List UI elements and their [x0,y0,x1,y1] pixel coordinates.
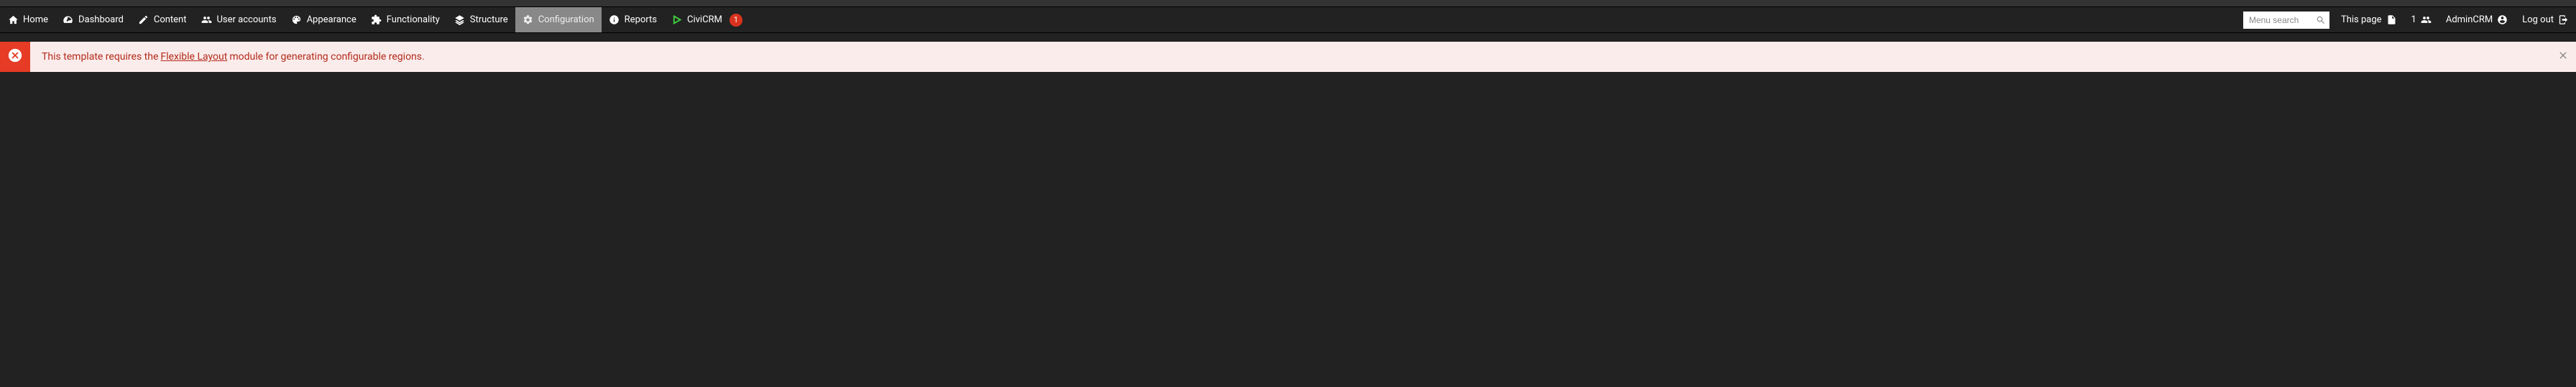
users-online-count: 1 [2411,14,2416,25]
error-text-after: module for generating configurable regio… [229,51,424,63]
menu-search-box [2243,12,2329,29]
user-circle-icon [2497,14,2508,25]
account-button[interactable]: AdminCRM [2439,7,2515,32]
toolbar-gap [0,33,2576,42]
civicrm-icon [671,14,683,26]
toolbar-right: This page 1 AdminCRM Log out [2239,7,2576,32]
palette-icon [291,14,303,26]
users-icon [2421,14,2432,25]
menu-label: Content [154,14,187,25]
admin-toolbar: Home Dashboard Content User accounts App [0,7,2576,33]
error-text-before: This template requires the [42,51,158,63]
menu-item-appearance[interactable]: Appearance [284,7,364,32]
menu-item-dashboard[interactable]: Dashboard [55,7,131,32]
top-stripe [0,0,2576,7]
menu-item-structure[interactable]: Structure [447,7,515,32]
menu-item-reports[interactable]: Reports [602,7,664,32]
this-page-button[interactable]: This page [2334,7,2404,32]
account-label: AdminCRM [2446,14,2493,25]
toolbar-left: Home Dashboard Content User accounts App [0,7,750,32]
menu-item-civicrm[interactable]: CiviCRM 1 [664,7,750,32]
menu-label: Dashboard [78,14,124,25]
puzzle-icon [371,14,382,26]
menu-label: Appearance [307,14,356,25]
error-message-text: This template requires the Flexible Layo… [30,42,436,72]
users-icon [201,14,213,26]
layers-icon [454,14,466,26]
error-icon-box [0,42,30,72]
flexible-layout-link[interactable]: Flexible Layout [160,51,227,63]
error-circle-icon [7,47,23,66]
menu-label: Functionality [387,14,440,25]
gear-icon [523,14,534,26]
info-circle-icon [609,14,620,26]
logout-button[interactable]: Log out [2515,7,2576,32]
menu-item-configuration[interactable]: Configuration [515,7,602,32]
notification-badge: 1 [730,14,742,27]
file-icon [2386,14,2397,25]
menu-item-content[interactable]: Content [131,7,194,32]
menu-item-home[interactable]: Home [0,7,55,32]
menu-label: User accounts [217,14,277,25]
pencil-icon [138,14,150,26]
menu-item-functionality[interactable]: Functionality [364,7,447,32]
error-message-bar: This template requires the Flexible Layo… [0,42,2576,72]
menu-label: Home [23,14,48,25]
menu-search-wrap [2239,7,2334,32]
menu-item-user-accounts[interactable]: User accounts [194,7,284,32]
search-icon[interactable] [2316,15,2326,25]
gauge-icon [63,14,74,26]
users-online-button[interactable]: 1 [2404,7,2439,32]
close-message-button[interactable] [2557,50,2569,64]
menu-label: Structure [470,14,508,25]
logout-label: Log out [2522,14,2554,25]
this-page-label: This page [2341,14,2382,25]
menu-label: CiviCRM [687,14,722,25]
close-icon [2557,50,2569,64]
sign-out-icon [2558,14,2569,25]
content-area [0,72,2576,168]
menu-label: Configuration [538,14,594,25]
home-icon [7,14,19,26]
menu-label: Reports [625,14,657,25]
